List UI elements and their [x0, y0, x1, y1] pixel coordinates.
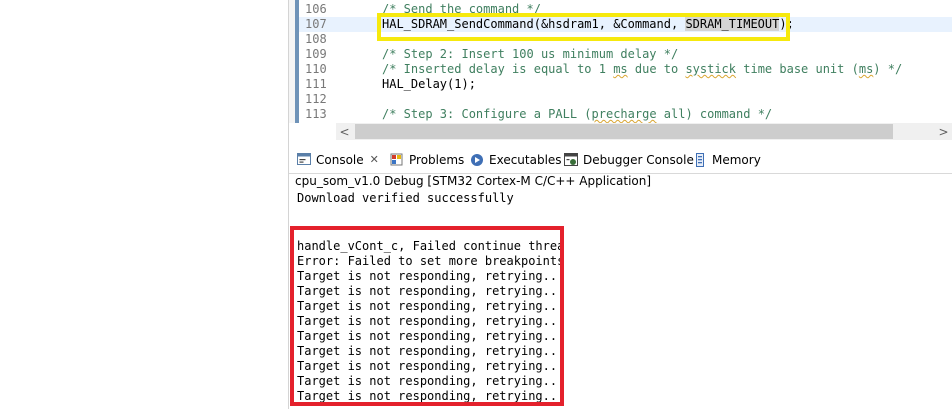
scroll-right-arrow-icon[interactable]: >: [935, 123, 952, 140]
console-line: Error: Failed to set more breakpoints: [297, 254, 560, 268]
tab-label: Debugger Console: [583, 152, 694, 167]
code-line[interactable]: 111 HAL_Delay(1);: [299, 77, 952, 92]
tab-executables[interactable]: Executables: [470, 146, 562, 173]
tab-console[interactable]: Console ✕: [297, 146, 379, 173]
code-fragment: all) command */: [656, 107, 773, 121]
code-fragment: time base unit (: [736, 62, 859, 76]
console-line: Target is not responding, retrying...: [297, 299, 560, 313]
code-fragment: ) */: [873, 62, 903, 76]
tab-label: Problems: [409, 152, 465, 167]
executables-icon: [470, 153, 484, 167]
console-line: Target is not responding, retrying...: [297, 359, 560, 373]
line-number: 110: [305, 62, 327, 76]
memory-icon: [693, 152, 707, 167]
horizontal-scrollbar[interactable]: < >: [336, 123, 952, 140]
code-line[interactable]: 112: [299, 92, 952, 107]
console-icon: [297, 153, 311, 167]
tab-label: Executables: [489, 152, 562, 167]
code-line[interactable]: 109 /* Step 2: Insert 100 us minimum del…: [299, 47, 952, 62]
line-number: 112: [305, 92, 327, 106]
code-fragment: ms: [613, 62, 628, 76]
code-line[interactable]: 113 /* Step 3: Configure a PALL (prechar…: [299, 107, 952, 122]
line-number: 106: [305, 2, 327, 16]
line-number: 113: [305, 107, 327, 121]
tab-memory[interactable]: Memory: [693, 146, 761, 173]
code-fragment: ms: [858, 62, 874, 76]
code-text: /* Step 3: Configure a PALL (precharge a…: [382, 107, 772, 121]
console-line: Target is not responding, retrying...: [297, 314, 560, 328]
code-fragment: /* Inserted delay is equal to 1: [382, 62, 614, 76]
console-line: handle_vCont_c, Failed continue thread: [297, 239, 560, 253]
code-fragment: precharge: [591, 107, 657, 121]
console-error-lines: handle_vCont_c, Failed continue thread E…: [294, 230, 560, 402]
tab-label: Memory: [712, 152, 761, 167]
problems-icon: [390, 153, 404, 167]
tab-debugger-console[interactable]: Debugger Console: [564, 146, 694, 173]
tab-label: Console: [316, 152, 364, 167]
console-line: Target is not responding, retrying...: [297, 389, 560, 402]
code-text: HAL_Delay(1);: [382, 77, 476, 91]
close-icon[interactable]: ✕: [370, 153, 379, 166]
highlight-box-yellow: [377, 13, 790, 41]
scrollbar-thumb[interactable]: [355, 124, 893, 139]
console-line: Target is not responding, retrying...: [297, 329, 560, 343]
line-number: 109: [305, 47, 327, 61]
line-number: 108: [305, 32, 327, 46]
highlight-box-red: handle_vCont_c, Failed continue thread E…: [290, 226, 564, 406]
line-number: 107: [305, 17, 327, 31]
console-line: Target is not responding, retrying...: [297, 284, 560, 298]
debugger-console-icon: [564, 152, 578, 167]
scroll-left-arrow-icon[interactable]: <: [336, 123, 353, 140]
blank-area: [0, 0, 288, 409]
code-text: /* Step 2: Insert 100 us minimum delay *…: [382, 47, 679, 61]
console-line: Target is not responding, retrying...: [297, 374, 560, 388]
line-number: 111: [305, 77, 327, 91]
code-text: /* Inserted delay is equal to 1 ms due t…: [382, 62, 902, 76]
code-fragment: /* Step 3: Configure a PALL (: [382, 107, 592, 121]
code-fragment: due to: [627, 62, 686, 76]
code-fragment: systick: [685, 62, 737, 76]
console-title: cpu_som_v1.0 Debug [STM32 Cortex-M C/C++…: [295, 174, 652, 188]
view-tab-bar: Console ✕ Problems Executables Debugger …: [289, 146, 952, 174]
tab-problems[interactable]: Problems: [390, 146, 464, 173]
console-line: Target is not responding, retrying...: [297, 344, 560, 358]
console-line: Target is not responding, retrying...: [297, 269, 560, 283]
console-line: Download verified successfully: [297, 191, 514, 205]
code-line[interactable]: 110 /* Inserted delay is equal to 1 ms d…: [299, 62, 952, 77]
